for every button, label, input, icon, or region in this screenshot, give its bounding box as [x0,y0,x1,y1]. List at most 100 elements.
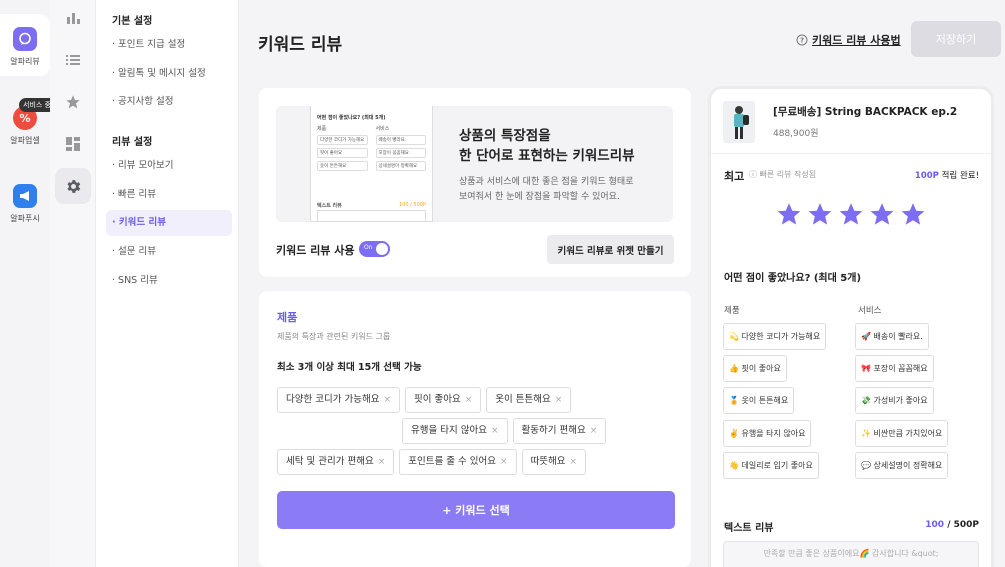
mini-chip: 상세설명이 정확해요 [375,161,426,171]
preview-keyword-chip[interactable]: ✌️ 유행을 타지 않아요 [723,420,812,447]
product-price: 488,900원 [773,129,819,139]
submenu-item-label: 리뷰 모아보기 [118,160,174,171]
product-name: [무료배송] String BACKPACK ep.2 [773,106,958,118]
reward-text: 100P 적립 완료! [915,169,979,181]
star-icon[interactable] [869,201,895,227]
submenu-item-point[interactable]: · 포인트 지급 설정 [106,32,232,58]
submenu-item-label: SNS 리뷰 [118,275,158,286]
banner-description: 상품과 서비스에 대한 좋은 점을 키워드 형태로 보여줘서 한 눈에 장점을 … [459,175,634,205]
submenu-item-review-collect[interactable]: · 리뷰 모아보기 [106,153,232,179]
keyword-chip[interactable]: 따뜻해요 × [521,449,587,475]
keyword-chip-label: 포인트를 줄 수 있어요 [408,456,497,467]
svg-text:?: ? [800,37,804,45]
reward-points: 100P [914,171,939,181]
info-icon: ⓘ [749,170,760,179]
keyword-review-toggle[interactable]: On [359,241,390,257]
keyword-chip-list: 다양한 코디가 가능해요 × 핏이 좋아요 × 옷이 튼튼해요 × 유행을 타지 않아… [277,387,677,475]
product-thumbnail [723,101,755,143]
submenu-review-title: 리뷰 설정 [112,137,153,148]
preview-keyword-chip[interactable]: 👋 데일리로 입기 좋아요 [723,452,819,479]
keyword-chip-label: 다양한 코디가 가능해요 [286,394,380,405]
remove-icon[interactable]: × [383,395,391,405]
list-icon [66,55,80,65]
product-keyword-card: 제품 제품의 특장과 관련된 키워드 그룹 최소 3개 이상 최대 15개 선택… [259,291,691,567]
submenu-item-survey-review[interactable]: · 설문 리뷰 [106,239,232,265]
submenu-item-label: 빠른 리뷰 [118,189,157,200]
app-alpha-review[interactable]: 알파리뷰 [0,14,50,76]
app-label: 알파업셀 [10,136,40,145]
remove-icon[interactable]: × [555,395,563,405]
submenu-item-keyword-review[interactable]: · 키워드 리뷰 [106,210,232,236]
chat-bubble-icon [13,27,37,51]
guide-link[interactable]: ? 키워드 리뷰 사용법 [796,32,901,48]
submenu-item-notice[interactable]: · 공지사항 설정 [106,89,232,115]
section-description: 제품의 특장과 관련된 키워드 그룹 [277,332,391,341]
keyword-chip[interactable]: 핏이 좋아요 × [405,387,482,413]
keyword-chip[interactable]: 활동하기 편해요 × [512,418,607,444]
submenu-item-label: 설문 리뷰 [118,246,157,257]
preview-keyword-chip[interactable]: 💬 상세설명이 정확해요 [855,452,949,479]
toggle-knob [376,243,388,255]
widget-menu-button[interactable] [55,126,91,162]
app-alpha-upsell[interactable]: 서비스 중단 % 알파업셀 [0,98,62,156]
star-menu-button[interactable] [55,84,91,120]
mini-chip: 옷이 튼튼해요 [317,161,368,171]
preview-keyword-chip[interactable]: 🏅 옷이 튼튼해요 [723,387,795,414]
megaphone-icon [13,184,37,208]
app-label: 알파리뷰 [10,57,40,66]
toggle-state: On [364,244,373,251]
section-title: 제품 [277,311,298,324]
grid-icon [66,137,80,151]
keyword-chip[interactable]: 유행을 타지 않아요 × [402,418,508,444]
banner-desc-line1: 상품과 서비스에 대한 좋은 점을 키워드 형태로 [459,177,634,187]
remove-icon[interactable]: × [500,457,508,467]
star-icon[interactable] [900,201,926,227]
submenu-item-alimtalk[interactable]: · 알림톡 및 메시지 설정 [106,61,232,87]
keyword-chip-label: 유행을 타지 않아요 [411,425,487,436]
remove-icon[interactable]: × [570,457,578,467]
star-icon[interactable] [776,201,802,227]
preview-thumbnail: 어떤 점이 좋았나요? (최대 5개) 제품 다양한 코디가 가능해요 핏이 좋… [310,106,433,222]
rating-hint: ⓘ 빠른 리뷰 작성됨 [749,169,816,180]
remove-icon[interactable]: × [378,457,386,467]
make-widget-button[interactable]: 키워드 리뷰로 위젯 만들기 [547,235,674,264]
remove-icon[interactable]: × [465,395,473,405]
submenu-item-label: 키워드 리뷰 [118,217,166,228]
help-circle-icon: ? [796,34,808,46]
preview-keyword-chip[interactable]: 💫 다양한 코디가 가능해요 [723,323,827,350]
keyword-chip[interactable]: 세탁 및 관리가 편해요 × [277,449,395,475]
star-rating[interactable] [711,201,991,227]
save-button[interactable]: 저장하기 [911,21,1001,57]
preview-keyword-chip[interactable]: 👍 핏이 좋아요 [723,355,787,382]
submenu-item-quick-review[interactable]: · 빠른 리뷰 [106,182,232,208]
submenu-item-sns-review[interactable]: · SNS 리뷰 [106,268,232,294]
settings-menu-button[interactable] [55,168,91,204]
star-icon[interactable] [838,201,864,227]
preview-keyword-chip[interactable]: 🎀 포장이 꼼꼼해요 [855,355,934,382]
mini-text-count: 100 / 500P [399,202,426,208]
keyword-chip-label: 세탁 및 관리가 편해요 [286,456,374,467]
page-title: 키워드 리뷰 [258,35,343,55]
list-menu-button[interactable] [55,42,91,78]
menu-icon-column [50,0,96,567]
mini-col-service: 서비스 [375,126,390,132]
preview-keyword-chip[interactable]: 🚀 배송이 빨라요. [855,323,929,350]
remove-icon[interactable]: × [590,426,598,436]
text-review-label: 텍스트 리뷰 [724,523,774,534]
mini-chip: 핏이 좋아요 [317,148,368,158]
selection-rule: 최소 3개 이상 최대 15개 선택 가능 [277,362,422,373]
text-review-input[interactable]: 만족할 만큼 좋은 상품이에요🌈 감사합니다 &quot; [723,541,979,567]
review-preview-panel: [무료배송] String BACKPACK ep.2 488,900원 최고 … [708,86,994,567]
app-alpha-push[interactable]: 알파푸시 [0,184,50,234]
star-icon[interactable] [807,201,833,227]
keyword-chip[interactable]: 포인트를 줄 수 있어요 × [399,449,517,475]
keyword-select-button[interactable]: + 키워드 선택 [277,491,675,529]
bar-chart-icon [67,13,80,24]
keyword-chip[interactable]: 다양한 코디가 가능해요 × [277,387,400,413]
remove-icon[interactable]: × [491,426,499,436]
preview-keyword-chip[interactable]: ✨ 비싼만큼 가치있어요 [855,420,949,447]
preview-keyword-chip[interactable]: 💸 가성비가 좋아요 [855,387,934,414]
keyword-chip[interactable]: 옷이 튼튼해요 × [486,387,572,413]
divider [711,153,991,154]
stats-menu-button[interactable] [55,0,91,36]
